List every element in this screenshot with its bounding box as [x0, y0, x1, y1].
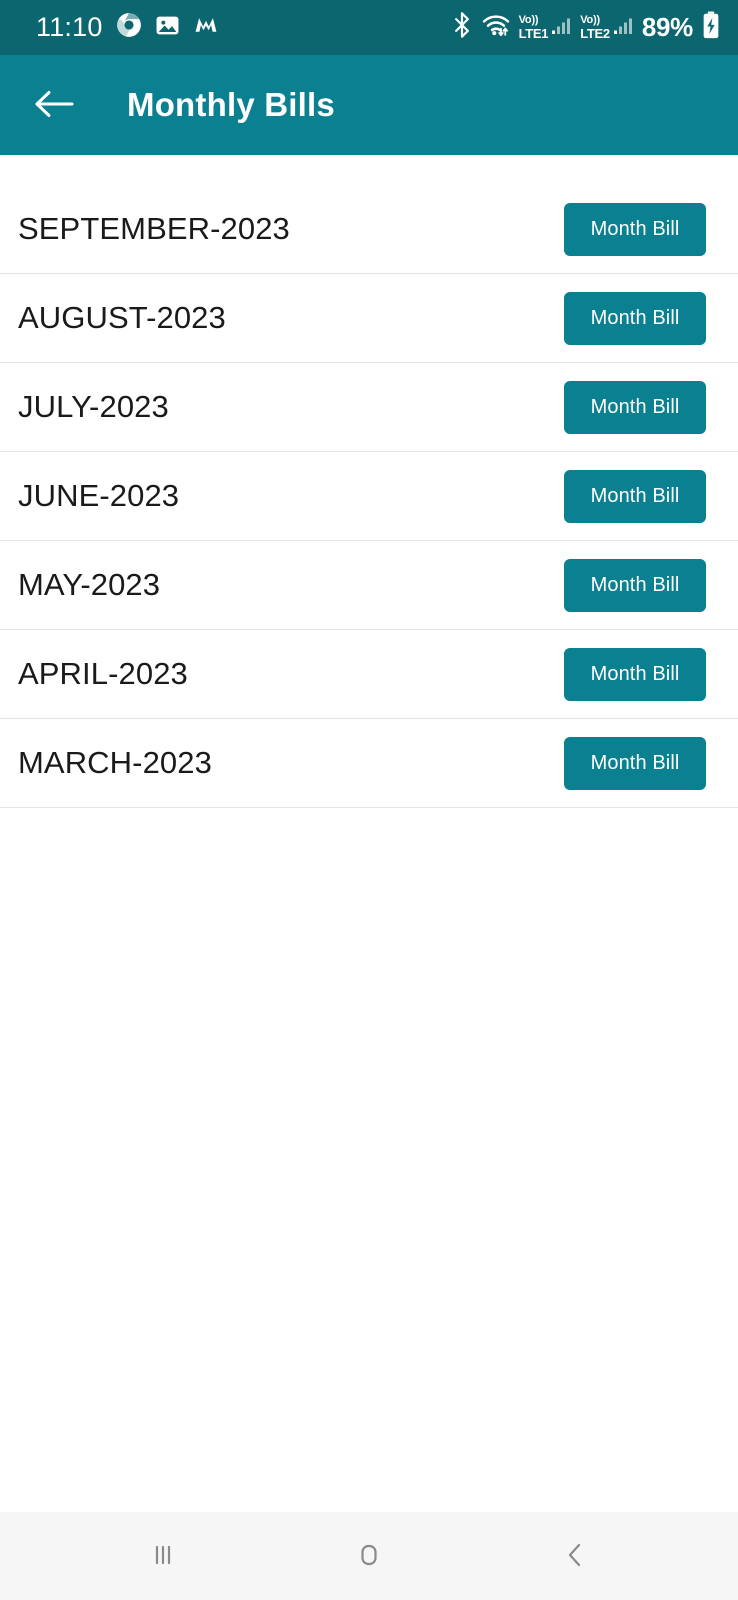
- system-navigation-bar: [0, 1512, 738, 1600]
- month-bill-button[interactable]: Month Bill: [564, 736, 706, 790]
- table-row[interactable]: MAY-2023 Month Bill: [0, 541, 738, 630]
- m-app-icon: [193, 12, 219, 43]
- gallery-image-icon: [155, 13, 180, 43]
- bluetooth-icon: [451, 12, 473, 43]
- sim2-network-text: LTE2: [580, 26, 610, 41]
- table-row[interactable]: SEPTEMBER-2023 Month Bill: [0, 185, 738, 274]
- bill-month-label: MARCH-2023: [18, 745, 212, 780]
- sim2-volte-label: Vo)) LTE2: [580, 14, 610, 41]
- bill-month-label: APRIL-2023: [18, 656, 188, 691]
- sim1-volte-label: Vo)) LTE1: [518, 14, 549, 41]
- back-navigation-button[interactable]: [28, 79, 80, 131]
- chrome-icon: [116, 12, 142, 43]
- month-bill-button[interactable]: Month Bill: [564, 380, 706, 434]
- battery-charging-icon: [702, 11, 720, 44]
- table-row[interactable]: MARCH-2023 Month Bill: [0, 719, 738, 808]
- wifi-icon: [482, 12, 510, 43]
- bill-month-label: MAY-2023: [18, 567, 161, 602]
- month-bill-button[interactable]: Month Bill: [564, 558, 706, 612]
- month-bill-button[interactable]: Month Bill: [564, 291, 706, 345]
- status-bar-left: 11:10: [36, 12, 219, 43]
- chevron-left-icon: [558, 1538, 592, 1575]
- sim1-signal: Vo)) LTE1: [519, 15, 572, 40]
- home-button[interactable]: [329, 1516, 409, 1596]
- sim1-volte-text: Vo)): [518, 14, 539, 26]
- sim1-signal-bars-icon: [551, 15, 571, 40]
- month-bill-button[interactable]: Month Bill: [564, 469, 706, 523]
- bill-rows-container: SEPTEMBER-2023 Month Bill AUGUST-2023 Month…: [0, 185, 738, 808]
- bill-month-label: JUNE-2023: [18, 478, 180, 513]
- month-bill-button[interactable]: Month Bill: [564, 647, 706, 701]
- table-row[interactable]: AUGUST-2023 Month Bill: [0, 274, 738, 363]
- sim2-signal: Vo)) LTE2: [580, 15, 633, 40]
- sim2-signal-bars-icon: [613, 15, 633, 40]
- sim2-volte-text: Vo)): [580, 14, 601, 26]
- status-clock: 11:10: [36, 12, 103, 42]
- arrow-left-icon: [34, 88, 74, 123]
- app-screen: 11:10 Vo)) LTE1 Vo)) LTE2 89% Monthly Bi…: [0, 0, 738, 1600]
- app-bar: Monthly Bills: [0, 55, 738, 155]
- recents-icon: [146, 1538, 180, 1575]
- bill-month-label: SEPTEMBER-2023: [18, 211, 290, 246]
- table-row[interactable]: APRIL-2023 Month Bill: [0, 630, 738, 719]
- status-bar: 11:10 Vo)) LTE1 Vo)) LTE2 89%: [0, 0, 738, 55]
- page-title: Monthly Bills: [127, 86, 335, 123]
- table-row[interactable]: JUNE-2023 Month Bill: [0, 452, 738, 541]
- bill-month-label: AUGUST-2023: [18, 300, 226, 335]
- table-row[interactable]: JULY-2023 Month Bill: [0, 363, 738, 452]
- status-bar-right: Vo)) LTE1 Vo)) LTE2 89%: [451, 11, 720, 44]
- monthly-bills-list: SEPTEMBER-2023 Month Bill AUGUST-2023 Month…: [0, 155, 738, 1512]
- bill-month-label: JULY-2023: [18, 389, 169, 424]
- month-bill-button[interactable]: Month Bill: [564, 202, 706, 256]
- recents-button[interactable]: [123, 1516, 203, 1596]
- sim1-network-text: LTE1: [518, 26, 549, 41]
- battery-percent-label: 89%: [641, 12, 693, 42]
- back-button[interactable]: [535, 1516, 615, 1596]
- home-icon: [352, 1538, 386, 1575]
